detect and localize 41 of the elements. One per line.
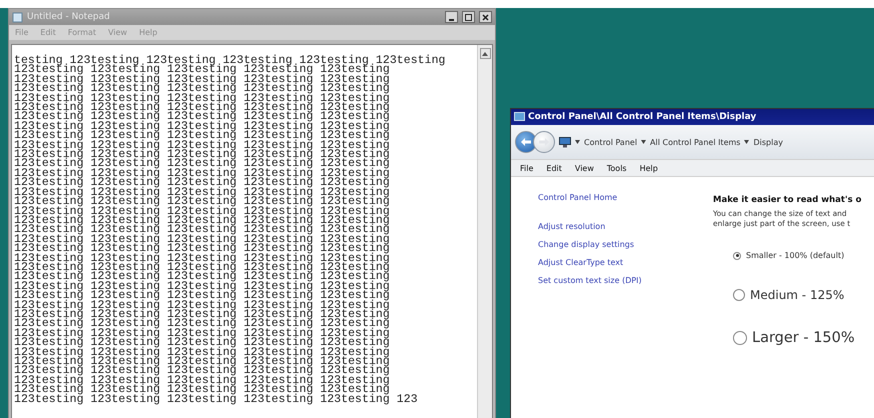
menu-item[interactable]: Help [640,164,658,172]
caret-icon [575,140,580,144]
section-heading: Make it easier to read what's o [713,195,862,205]
window-title: Untitled - Notepad [27,12,111,22]
forward-button[interactable] [533,131,555,153]
maximize-button[interactable] [462,11,475,23]
size-option[interactable]: Medium - 125% [733,288,874,302]
radio-button[interactable] [733,252,741,260]
task-link[interactable]: Adjust ClearType text [538,258,713,267]
task-link[interactable]: Adjust resolution [538,222,713,231]
close-icon [482,14,489,20]
task-link[interactable]: Set custom text size (DPI) [538,276,713,285]
up-arrow-icon [482,52,488,56]
menu-item[interactable]: View [574,164,594,172]
close-button[interactable] [479,11,492,23]
radio-button[interactable] [733,331,747,345]
size-option[interactable]: Smaller - 100% (default) [733,251,874,260]
back-button[interactable] [515,131,537,153]
radio-button[interactable] [733,289,745,301]
breadcrumb[interactable]: Display [753,138,783,146]
breadcrumb[interactable]: All Control Panel Items [650,138,740,146]
scroll-up-button[interactable] [480,48,490,59]
menu-item[interactable]: Tools [606,164,627,172]
menu-item[interactable]: Edit [546,164,562,172]
scroll-bar[interactable] [477,45,492,418]
caret-icon [744,140,750,144]
window-title: Control Panel\All Control Panel Items\Display [528,112,756,122]
control-panel-icon [514,112,525,122]
home-link[interactable]: Control Panel Home [538,193,713,202]
left-arrow-icon [521,138,531,146]
maximize-icon [465,14,472,20]
minimize-button[interactable] [445,11,458,23]
notepad-icon [12,12,23,22]
breadcrumb[interactable]: Control Panel [584,138,638,146]
task-link[interactable]: Change display settings [538,240,713,249]
caret-icon [641,140,646,144]
document-text: testing 123testing 123testing 123testing 123testing 123testing 123testing 123testing 123testing 123testing 123testing 123testing 123testing 123testing 123testing 123testing 123testing 123testing 123testing 123testing 123testing 123testing 123testing 123testing 123testing 123testing 123testing 123testing 123testing 123testing 123testing 123testing 123testing 123testing 123testing 123testing 123testing 123testing 123testing 123testing 123testing 123testing 123testing 123testing 123testing 123testing 123testing 123testing 123testing 123testing 123testing 123testing 123testing 123testing 123testing 123testing 123testing 123testing 123testing 123testing 123testing 123testing 123testing 123testing 123testing 123testing 123testing 123testing 123testing 123testing 123testing 123testing 123testing 123testing 123testing 123testing 123testing 123testing 123testing 123testing 123testing 123testing 123testing 123testing 123testing 123testing 123testing 123testing 123testing 123testing 123testing 123testing 123testing 123testing 123testing 123testing 123testing 123testing 123testing 123testing 123testing 123testing 123testing 123testing 123testing 123testing 123testing 123testing 123testing 123testing 123testing 123testing 123testing 123testing 123testing 123testing 123testing 123testing 123testing 123testing 123testing 123testing 123testing 123testing 123testing 123testing 123testing 123testing 123testing 123testing 123testing 123testing 123testing 123testing 123testing 123testing 123testing 123testing 123testing 123testing 123testing 123testing 123testing 123testing 123testing 123testing 123testing 123testing 123testing 123testing 123testing 123testing 123testing 123testing 123testing 123testing 123testing 123testing 123testing 123testing 123testing 123testing 123testing 123testing 123testing 123testing 123testing 123testing 123testing 123testing 123testing 123testing 123testing 123testing 123testing 123testing 123testing 123testing 123testing 123testing 123testing 123testing 123testing 123testing 123testing 123testing 123 [13,53,446,408]
size-option[interactable]: Larger - 150% [733,330,874,346]
menu-item[interactable]: File [520,164,534,172]
right-arrow-icon [539,138,549,146]
monitor-icon [559,136,571,148]
